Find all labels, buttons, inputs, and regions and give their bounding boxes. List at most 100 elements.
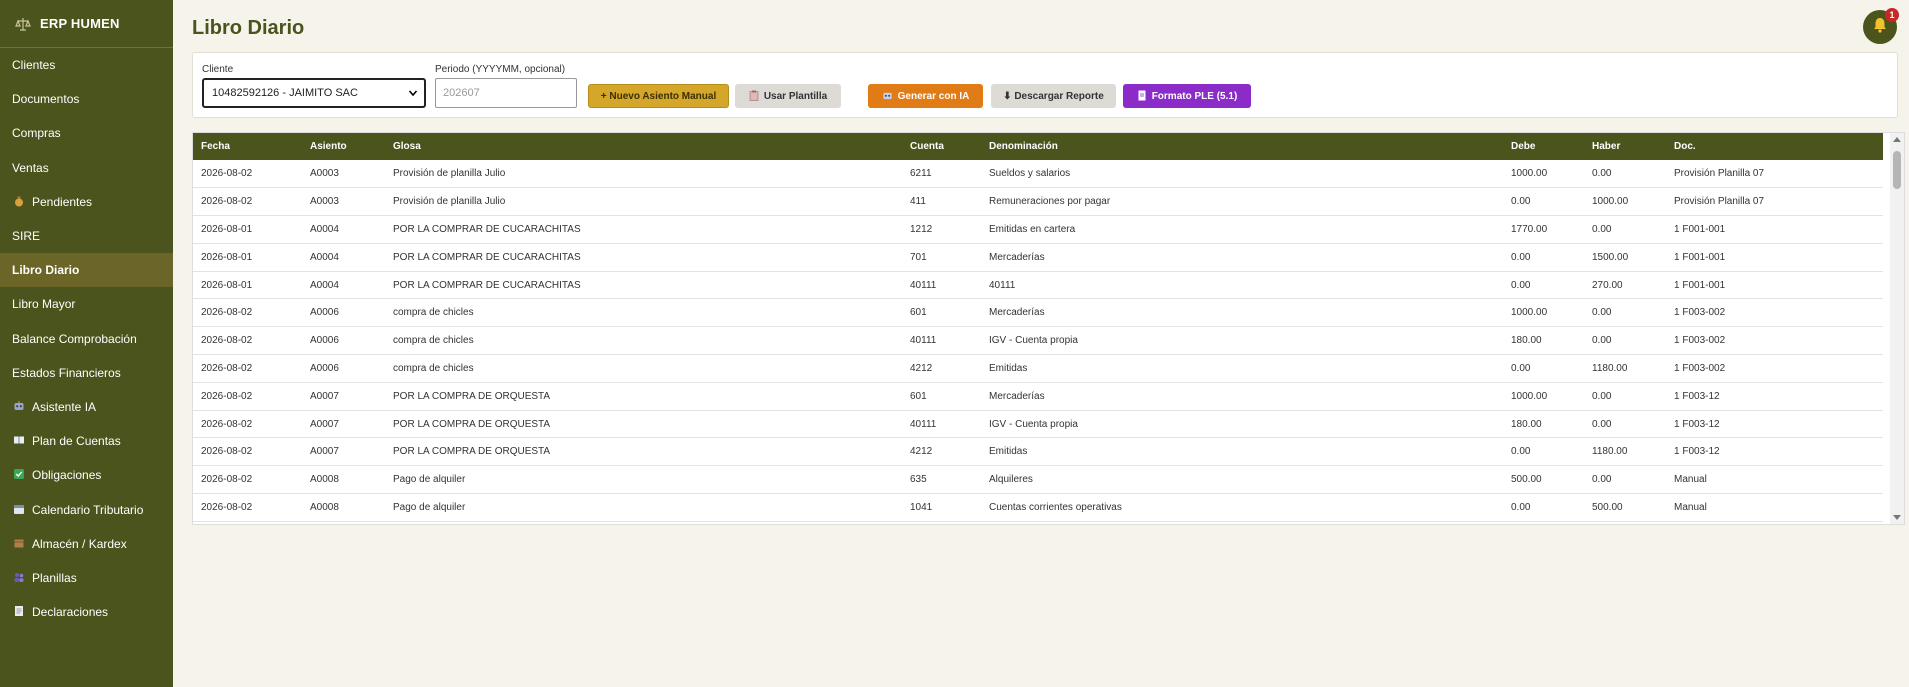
download-report-button[interactable]: ⬇ Descargar Reporte bbox=[991, 84, 1116, 108]
sidebar-item-libro-diario[interactable]: Libro Diario bbox=[0, 253, 173, 288]
table-cell: 500.00 bbox=[1511, 474, 1542, 486]
table-cell: 1000.00 bbox=[1511, 390, 1548, 402]
sidebar-item-balance-comprobacion[interactable]: Balance Comprobación bbox=[0, 322, 173, 356]
table-cell: 0.00 bbox=[1592, 168, 1612, 180]
sidebar-item-estados-financieros[interactable]: Estados Financieros bbox=[0, 356, 173, 390]
sidebar-item-obligaciones[interactable]: Obligaciones bbox=[0, 458, 173, 492]
sidebar-item-compras[interactable]: Compras bbox=[0, 116, 173, 150]
sidebar-item-label: Planillas bbox=[32, 570, 77, 585]
table-row[interactable]: 2026-08-02 A0003 Provisión de planilla Jul… bbox=[193, 188, 1883, 216]
table-cell: 1000.00 bbox=[1511, 168, 1548, 180]
table-row[interactable]: 2026-08-02 A0003 Provisión de planilla Jul… bbox=[193, 160, 1883, 188]
table-cell: A0006 bbox=[310, 307, 339, 319]
sidebar-item-asistente-ia[interactable]: Asistente IA bbox=[0, 390, 173, 424]
table-cell: 1000.00 bbox=[1511, 307, 1548, 319]
table-cell: Remuneraciones por pagar bbox=[989, 196, 1111, 208]
scroll-up-icon[interactable] bbox=[1893, 137, 1901, 142]
sidebar-item-almacen-kardex[interactable]: Almacén / Kardex bbox=[0, 527, 173, 561]
table-scrollbar[interactable] bbox=[1890, 133, 1904, 524]
table-cell: 1 F003-12 bbox=[1674, 390, 1720, 402]
column-header[interactable]: Fecha bbox=[193, 133, 302, 160]
table-cell: 500.00 bbox=[1592, 501, 1623, 513]
table-cell: 0.00 bbox=[1511, 501, 1531, 513]
table-header-row: Fecha Asiento Glosa Cuenta Denominación … bbox=[193, 133, 1883, 160]
table-cell: 1 F003-002 bbox=[1674, 362, 1726, 374]
new-entry-button[interactable]: + Nuevo Asiento Manual bbox=[588, 84, 729, 108]
table-row[interactable]: 2026-08-02 A0007 POR LA COMPRA DE ORQUESTA… bbox=[193, 438, 1883, 466]
sidebar-item-clientes[interactable]: Clientes bbox=[0, 48, 173, 82]
sidebar-item-label: SIRE bbox=[12, 229, 41, 244]
column-header[interactable]: Glosa bbox=[385, 133, 902, 160]
table-cell: 2026-08-02 bbox=[201, 474, 253, 486]
table-row[interactable]: 2026-08-02 A0006 compra de chicles 40111 IGV… bbox=[193, 327, 1883, 355]
sidebar-nav: Clientes Documentos Compras Ventas Pendi… bbox=[0, 48, 173, 629]
table-cell: 0.00 bbox=[1592, 335, 1612, 347]
table-cell: 2026-08-01 bbox=[201, 251, 253, 263]
table-cell: A0003 bbox=[310, 168, 339, 180]
table-body: 2026-08-02 A0003 Provisión de planilla Jul… bbox=[193, 160, 1883, 522]
table-cell: A0003 bbox=[310, 196, 339, 208]
table-cell: 180.00 bbox=[1511, 418, 1542, 430]
sidebar-item-ventas[interactable]: Ventas bbox=[0, 151, 173, 185]
sidebar-item-libro-mayor[interactable]: Libro Mayor bbox=[0, 287, 173, 321]
column-header[interactable]: Debe bbox=[1503, 133, 1584, 160]
checkbox-icon bbox=[12, 468, 26, 482]
table-cell: 0.00 bbox=[1592, 390, 1612, 402]
use-template-button[interactable]: Usar Plantilla bbox=[735, 84, 841, 108]
table-cell: Pago de alquiler bbox=[393, 474, 466, 486]
period-label: Periodo (YYYYMM, opcional) bbox=[435, 64, 566, 75]
sidebar-item-plan-de-cuentas[interactable]: Plan de Cuentas bbox=[0, 424, 173, 458]
table-row[interactable]: 2026-08-02 A0006 compra de chicles 4212 Emit… bbox=[193, 355, 1883, 383]
table-cell: Sueldos y salarios bbox=[989, 168, 1071, 180]
table-cell: Provisión Planilla 07 bbox=[1674, 168, 1765, 180]
table-row[interactable]: 2026-08-02 A0008 Pago de alquiler 1041 Cuent… bbox=[193, 494, 1883, 522]
people-icon bbox=[12, 571, 26, 585]
table-row[interactable]: 2026-08-02 A0007 POR LA COMPRA DE ORQUESTA… bbox=[193, 382, 1883, 411]
sidebar-item-label: Libro Mayor bbox=[12, 297, 76, 312]
table-cell: 1 F001-001 bbox=[1674, 251, 1726, 263]
table-cell: 0.00 bbox=[1511, 196, 1531, 208]
table-row[interactable]: 2026-08-02 A0007 POR LA COMPRA DE ORQUESTA… bbox=[193, 410, 1883, 438]
table-cell: 40111 bbox=[910, 335, 937, 347]
table-row[interactable]: 2026-08-02 A0008 Pago de alquiler 635 Alquil… bbox=[193, 466, 1883, 494]
table-cell: 0.00 bbox=[1511, 446, 1531, 458]
sidebar-item-sire[interactable]: SIRE bbox=[0, 219, 173, 253]
column-header[interactable]: Denominación bbox=[981, 133, 1503, 160]
table-row[interactable]: 2026-08-01 A0004 POR LA COMPRAR DE CUCARAC… bbox=[193, 243, 1883, 272]
robot-icon bbox=[12, 400, 26, 414]
brand[interactable]: ERP HUMEN bbox=[0, 0, 173, 48]
table-cell: 2026-08-01 bbox=[201, 223, 253, 235]
generate-ai-button[interactable]: Generar con IA bbox=[868, 84, 983, 108]
table-cell: 4212 bbox=[910, 362, 933, 374]
client-select[interactable]: 10482592126 - JAIMITO SAC bbox=[202, 78, 426, 108]
sidebar-item-planillas[interactable]: Planillas bbox=[0, 561, 173, 595]
table-row[interactable]: 2026-08-01 A0004 POR LA COMPRAR DE CUCARAC… bbox=[193, 216, 1883, 244]
chevron-down-icon bbox=[408, 88, 418, 98]
scrollbar-thumb[interactable] bbox=[1893, 151, 1901, 189]
clipboard-icon bbox=[749, 90, 759, 103]
table-cell: Manual bbox=[1674, 474, 1707, 486]
ple-format-button[interactable]: Formato PLE (5.1) bbox=[1123, 84, 1251, 108]
column-header[interactable]: Doc. bbox=[1666, 133, 1883, 160]
column-header[interactable]: Asiento bbox=[302, 133, 385, 160]
table-cell: 1 F003-12 bbox=[1674, 418, 1720, 430]
scroll-down-icon[interactable] bbox=[1893, 515, 1901, 520]
sidebar-item-label: Ventas bbox=[12, 160, 49, 175]
table-cell: Mercaderías bbox=[989, 307, 1045, 319]
sidebar-item-label: Pendientes bbox=[32, 194, 93, 209]
table-row[interactable]: 2026-08-02 A0006 compra de chicles 601 Merca… bbox=[193, 299, 1883, 327]
table-cell: Mercaderías bbox=[989, 251, 1045, 263]
journal-table: Fecha Asiento Glosa Cuenta Denominación … bbox=[193, 133, 1883, 522]
sidebar-item-calendario-tributario[interactable]: Calendario Tributario bbox=[0, 492, 173, 526]
table-row[interactable]: 2026-08-01 A0004 POR LA COMPRAR DE CUCARAC… bbox=[193, 271, 1883, 299]
notifications-button[interactable]: 1 bbox=[1863, 8, 1899, 44]
table-cell: 40111 bbox=[910, 279, 937, 291]
column-header[interactable]: Haber bbox=[1584, 133, 1666, 160]
journal-table-container[interactable]: Fecha Asiento Glosa Cuenta Denominación … bbox=[192, 132, 1905, 525]
ple-format-label: Formato PLE (5.1) bbox=[1151, 90, 1238, 102]
column-header[interactable]: Cuenta bbox=[902, 133, 981, 160]
sidebar-item-documentos[interactable]: Documentos bbox=[0, 82, 173, 116]
sidebar-item-pendientes[interactable]: Pendientes bbox=[0, 185, 173, 219]
sidebar-item-declaraciones[interactable]: Declaraciones bbox=[0, 595, 173, 629]
period-input[interactable]: 202607 bbox=[435, 78, 577, 108]
